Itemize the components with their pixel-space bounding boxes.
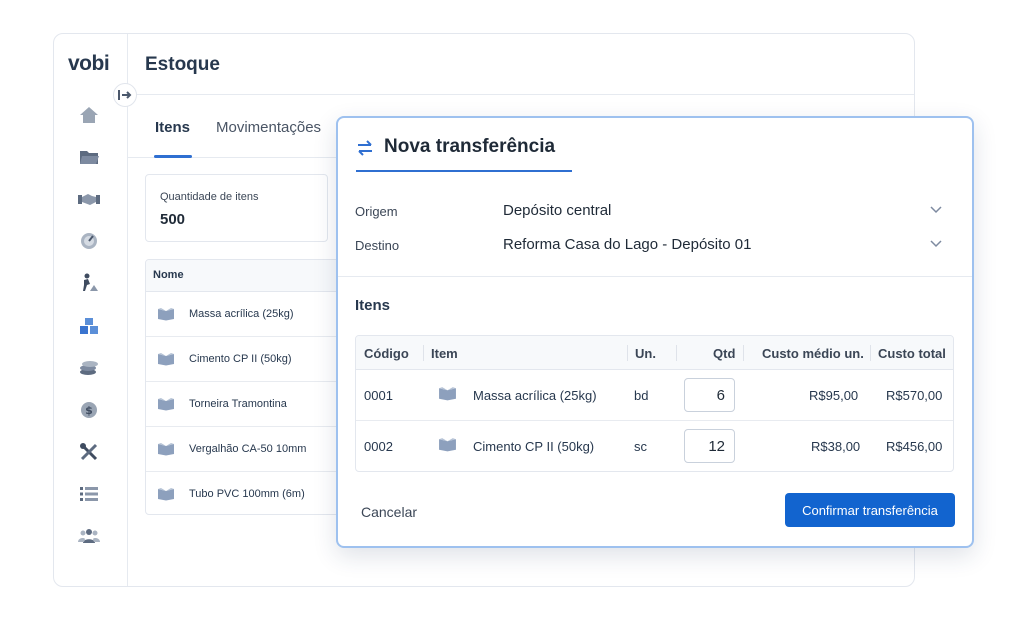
quantity-input[interactable]: 6 xyxy=(684,378,735,412)
item-name: Massa acrílica (25kg) xyxy=(473,388,597,403)
box-icon xyxy=(158,352,174,365)
destination-select[interactable]: Reforma Casa do Lago - Depósito 01 xyxy=(503,236,751,253)
table-row: 0001 Massa acrílica (25kg) bd 6 R$95,00 … xyxy=(356,370,953,421)
item-code: 0001 xyxy=(364,388,393,403)
table-header: Código Item Un. Qtd Custo médio un. Cust… xyxy=(356,336,953,370)
column-separator xyxy=(870,345,871,361)
stock-item-name: Torneira Tramontina xyxy=(189,398,287,410)
logo: vobi xyxy=(68,52,110,75)
stat-label: Quantidade de itens xyxy=(160,191,259,203)
modal-title: Nova transferência xyxy=(384,136,556,157)
box-icon xyxy=(158,397,174,410)
column-header-code: Código xyxy=(364,346,409,361)
item-avg-cost: R$38,00 xyxy=(811,439,861,454)
item-unit: sc xyxy=(634,439,647,454)
stock-item-name: Vergalhão CA-50 10mm xyxy=(189,443,307,455)
column-header-total-cost: Custo total xyxy=(878,346,946,361)
confirm-transfer-button[interactable]: Confirmar transferência xyxy=(785,493,955,527)
box-icon xyxy=(439,387,456,401)
stock-table-header: Nome xyxy=(146,260,344,292)
table-row[interactable]: Vergalhão CA-50 10mm xyxy=(146,427,344,472)
table-row[interactable]: Massa acrílica (25kg) xyxy=(146,292,344,337)
coins-icon[interactable] xyxy=(78,357,100,379)
home-icon[interactable] xyxy=(78,104,100,126)
boxes-icon[interactable] xyxy=(78,315,100,337)
box-icon xyxy=(158,307,174,320)
box-icon xyxy=(158,442,174,455)
column-header-unit: Un. xyxy=(635,346,656,361)
arrow-right-icon xyxy=(118,90,132,100)
column-header-avg-cost: Custo médio un. xyxy=(762,346,864,361)
item-total-cost: R$456,00 xyxy=(886,439,943,454)
stock-item-name: Tubo PVC 100mm (6m) xyxy=(189,488,305,500)
column-separator xyxy=(423,345,424,361)
page-title: Estoque xyxy=(145,54,220,75)
items-section-title: Itens xyxy=(355,297,391,314)
modal-header: Nova transferência xyxy=(356,134,572,172)
item-unit: bd xyxy=(634,388,649,403)
tab-itens[interactable]: Itens xyxy=(155,119,190,136)
column-separator xyxy=(627,345,628,361)
cancel-button[interactable]: Cancelar xyxy=(361,504,417,520)
worker-icon[interactable] xyxy=(78,272,100,294)
column-separator xyxy=(743,345,744,361)
chevron-down-icon[interactable] xyxy=(930,206,942,214)
table-row[interactable]: Cimento CP II (50kg) xyxy=(146,337,344,382)
table-row: 0002 Cimento CP II (50kg) sc 12 R$38,00 … xyxy=(356,421,953,471)
quantity-input[interactable]: 12 xyxy=(684,429,735,463)
table-row[interactable]: Tubo PVC 100mm (6m) xyxy=(146,472,344,514)
origin-select[interactable]: Depósito central xyxy=(503,202,611,219)
collapse-sidebar-button[interactable] xyxy=(113,83,137,107)
table-row[interactable]: Torneira Tramontina xyxy=(146,382,344,427)
list-icon[interactable] xyxy=(78,483,100,505)
transfer-items-table: Código Item Un. Qtd Custo médio un. Cust… xyxy=(355,335,954,472)
svg-text:$: $ xyxy=(85,404,93,417)
column-separator xyxy=(676,345,677,361)
box-icon xyxy=(439,438,456,452)
topbar: Estoque xyxy=(128,34,914,95)
item-total-cost: R$570,00 xyxy=(886,388,943,403)
active-tab-indicator xyxy=(154,155,192,158)
column-header-qty: Qtd xyxy=(713,346,736,361)
destination-label: Destino xyxy=(355,238,400,253)
item-code: 0002 xyxy=(364,439,393,454)
divider xyxy=(338,276,972,277)
stat-card: Quantidade de itens 500 xyxy=(145,174,328,242)
item-avg-cost: R$95,00 xyxy=(809,388,859,403)
stock-table: Nome Massa acrílica (25kg) Cimento CP II… xyxy=(145,259,345,515)
origin-label: Origem xyxy=(355,204,398,219)
gauge-icon[interactable] xyxy=(78,230,100,252)
stock-item-name: Massa acrílica (25kg) xyxy=(189,308,294,320)
handshake-icon[interactable] xyxy=(78,188,100,210)
stock-item-name: Cimento CP II (50kg) xyxy=(189,353,292,365)
transfer-arrows-icon xyxy=(358,140,372,156)
chevron-down-icon[interactable] xyxy=(930,240,942,248)
item-name: Cimento CP II (50kg) xyxy=(473,439,595,454)
team-icon[interactable] xyxy=(78,525,100,547)
stat-value: 500 xyxy=(160,211,186,228)
tab-movimentacoes[interactable]: Movimentações xyxy=(216,119,321,136)
sidebar: vobi $ xyxy=(54,34,128,586)
column-header-item: Item xyxy=(431,346,458,361)
tools-icon[interactable] xyxy=(78,441,100,463)
box-icon xyxy=(158,487,174,500)
folder-icon[interactable] xyxy=(78,146,100,168)
dollar-icon[interactable]: $ xyxy=(78,399,100,421)
transfer-modal: Nova transferência Origem Depósito centr… xyxy=(336,116,974,548)
